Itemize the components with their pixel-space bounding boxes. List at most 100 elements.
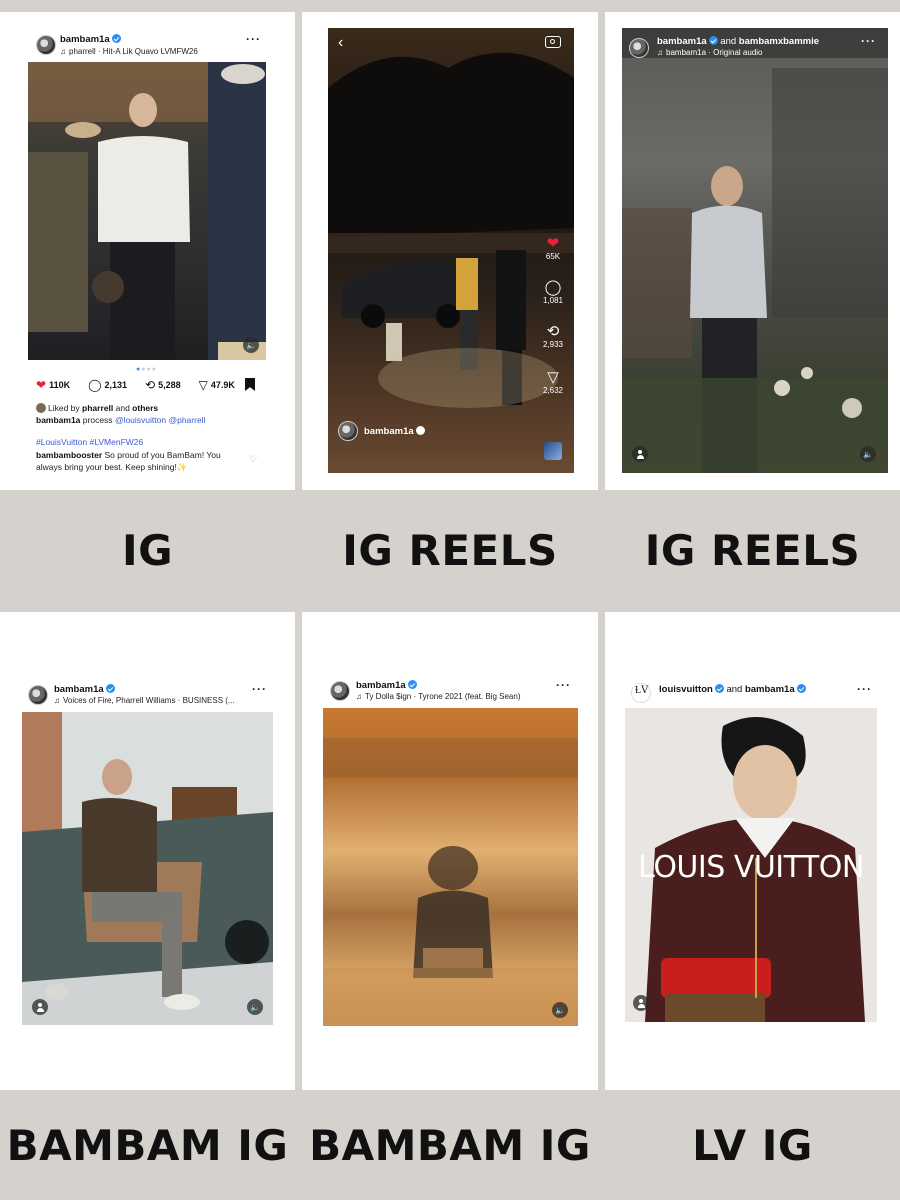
brand-overlay: LOUIS VUITTON bbox=[638, 850, 864, 885]
username-text[interactable]: louisvuitton bbox=[659, 684, 713, 695]
likes-count: 65K bbox=[545, 252, 561, 261]
liked-by-suffix: and bbox=[115, 403, 130, 413]
share-icon: ▽ bbox=[198, 378, 208, 392]
liked-by-others[interactable]: others bbox=[132, 403, 158, 413]
username-text[interactable]: bambam1a bbox=[657, 36, 707, 47]
collab-username[interactable]: bambam1a bbox=[745, 684, 795, 695]
more-icon[interactable]: ··· bbox=[246, 32, 261, 46]
post-card-lv: ⱢV louisvuitton and bambam1a ··· LOUIS V… bbox=[605, 612, 900, 1090]
post-image[interactable]: 🔈 bbox=[22, 712, 273, 1025]
repost-button[interactable]: ⟲ 2,933 bbox=[538, 323, 568, 350]
caption-text: process bbox=[82, 415, 113, 425]
reel-video[interactable]: 🔈 bbox=[622, 28, 888, 473]
avatar[interactable] bbox=[330, 681, 350, 701]
verified-icon bbox=[415, 426, 425, 435]
repost-button[interactable]: ⟲ 5,288 bbox=[145, 378, 190, 392]
liked-by: Liked by pharrell and others bbox=[36, 402, 158, 414]
verified-icon bbox=[708, 36, 718, 45]
audio-track[interactable]: ♫ Ty Dolla $ign · Tyrone 2021 (feat. Big … bbox=[356, 692, 521, 701]
username[interactable]: bambam1a bbox=[356, 680, 417, 691]
share-button[interactable]: ▽ 2,632 bbox=[538, 370, 568, 396]
top-comment: bambambooster So proud of you BamBam! Yo… bbox=[36, 449, 236, 473]
comments-count: 1,081 bbox=[542, 296, 564, 305]
post-image-art bbox=[28, 62, 266, 360]
username[interactable]: bambam1a bbox=[364, 426, 425, 437]
comment-button[interactable]: ◯ 1,081 bbox=[538, 280, 568, 306]
music-note-icon: ♫ bbox=[356, 692, 362, 701]
repost-icon: ⟲ bbox=[546, 323, 560, 340]
comment-like-icon[interactable]: ♡ bbox=[249, 454, 257, 465]
username[interactable]: bambam1a bbox=[54, 684, 115, 695]
comment-button[interactable]: ◯ 2,131 bbox=[88, 378, 136, 392]
panel-caption: IG REELS bbox=[342, 525, 558, 575]
username[interactable]: bambam1a and bambamxbammie bbox=[657, 36, 819, 47]
comment-username[interactable]: bambambooster bbox=[36, 450, 102, 460]
more-icon[interactable]: ··· bbox=[252, 682, 267, 696]
reel-video-art bbox=[622, 28, 888, 473]
reel-video[interactable]: ‹ ❤ 65K ◯ 1,081 ⟲ 2,933 ▽ 2,632 bambam1a bbox=[328, 28, 574, 473]
camera-icon[interactable] bbox=[545, 36, 561, 48]
post-caption: bambam1a process @louisvuitton @pharrell bbox=[36, 414, 205, 426]
liked-by-user[interactable]: pharrell bbox=[82, 403, 113, 413]
more-icon[interactable]: ··· bbox=[861, 34, 876, 48]
post-image-art bbox=[323, 738, 578, 1026]
username-text[interactable]: bambam1a bbox=[54, 684, 104, 695]
audio-text: Ty Dolla $ign · Tyrone 2021 (feat. Big S… bbox=[365, 692, 521, 701]
post-image[interactable]: 🔈 bbox=[323, 708, 578, 1026]
post-card-reels: ‹ ❤ 65K ◯ 1,081 ⟲ 2,933 ▽ 2,632 bambam1a bbox=[302, 12, 598, 490]
user-tag-icon[interactable] bbox=[632, 446, 648, 462]
panel-caption: IG bbox=[121, 525, 174, 575]
more-icon[interactable]: ··· bbox=[857, 682, 872, 696]
username-text[interactable]: bambam1a bbox=[364, 426, 414, 437]
username[interactable]: louisvuitton and bambam1a bbox=[659, 684, 806, 695]
username[interactable]: bambam1a bbox=[60, 34, 121, 45]
like-button[interactable]: ❤ 65K bbox=[538, 236, 568, 262]
post-header: bambam1a ♫ Voices of Fire, Pharrell Willi… bbox=[0, 682, 295, 712]
share-button[interactable]: ▽ 47.9K bbox=[199, 378, 244, 392]
hashtags[interactable]: #LouisVuitton #LVMenFW26 bbox=[36, 436, 143, 448]
verified-icon bbox=[407, 680, 417, 689]
back-icon[interactable]: ‹ bbox=[338, 34, 343, 52]
audio-thumbnail[interactable] bbox=[544, 442, 562, 460]
audio-track[interactable]: ♫ bambam1a · Original audio bbox=[657, 48, 763, 57]
audio-text: bambam1a · Original audio bbox=[666, 48, 763, 57]
heart-icon: ❤ bbox=[36, 378, 47, 392]
avatar[interactable] bbox=[28, 685, 48, 705]
username-text[interactable]: bambam1a bbox=[356, 680, 406, 691]
user-tag-icon[interactable] bbox=[633, 995, 649, 1011]
shares-count: 2,632 bbox=[542, 386, 564, 395]
collab-username[interactable]: bambamxbammie bbox=[739, 36, 819, 47]
avatar[interactable] bbox=[629, 38, 649, 58]
post-image[interactable]: LOUIS VUITTON bbox=[625, 708, 877, 1022]
music-note-icon: ♫ bbox=[657, 48, 663, 57]
more-icon[interactable]: ··· bbox=[556, 678, 571, 692]
post-header: bambam1a ♫ Ty Dolla $ign · Tyrone 2021 (f… bbox=[302, 678, 598, 708]
sound-icon[interactable]: 🔈 bbox=[247, 999, 263, 1015]
music-note-icon: ♫ bbox=[60, 47, 66, 56]
panel-caption: IG REELS bbox=[644, 525, 861, 575]
post-image-art bbox=[22, 712, 273, 1010]
audio-track[interactable]: ♫ Voices of Fire, Pharrell Williams · BUS… bbox=[54, 696, 235, 705]
caption-username[interactable]: bambam1a bbox=[36, 415, 80, 425]
post-image[interactable]: 🔈 bbox=[28, 62, 266, 360]
comments-count: 2,131 bbox=[104, 380, 128, 390]
audio-track[interactable]: ♫ pharrell · Hit-A Lik Quavo LVMFW26 bbox=[60, 47, 198, 56]
reposts-count: 2,933 bbox=[542, 340, 564, 349]
avatar[interactable] bbox=[338, 421, 358, 441]
verified-icon bbox=[111, 34, 121, 43]
panel-caption: BAMBAM IG bbox=[309, 1120, 591, 1170]
like-button[interactable]: ❤ 110K bbox=[36, 378, 79, 392]
user-tag-icon[interactable] bbox=[32, 999, 48, 1015]
avatar[interactable] bbox=[36, 35, 56, 55]
username-text[interactable]: bambam1a bbox=[60, 34, 110, 45]
sound-icon[interactable]: 🔈 bbox=[552, 1002, 568, 1018]
mention-link[interactable]: @louisvuitton bbox=[115, 415, 166, 425]
mention-link[interactable]: @pharrell bbox=[168, 415, 205, 425]
sound-icon[interactable]: 🔈 bbox=[243, 337, 259, 353]
and-text: and bbox=[720, 36, 737, 47]
audio-text: pharrell · Hit-A Lik Quavo LVMFW26 bbox=[69, 47, 198, 56]
and-text: and bbox=[726, 684, 743, 695]
sound-icon[interactable]: 🔈 bbox=[860, 446, 876, 462]
post-header: bambam1a ♫ pharrell · Hit-A Lik Quavo LVM… bbox=[0, 32, 295, 62]
likes-count: 110K bbox=[49, 380, 71, 390]
